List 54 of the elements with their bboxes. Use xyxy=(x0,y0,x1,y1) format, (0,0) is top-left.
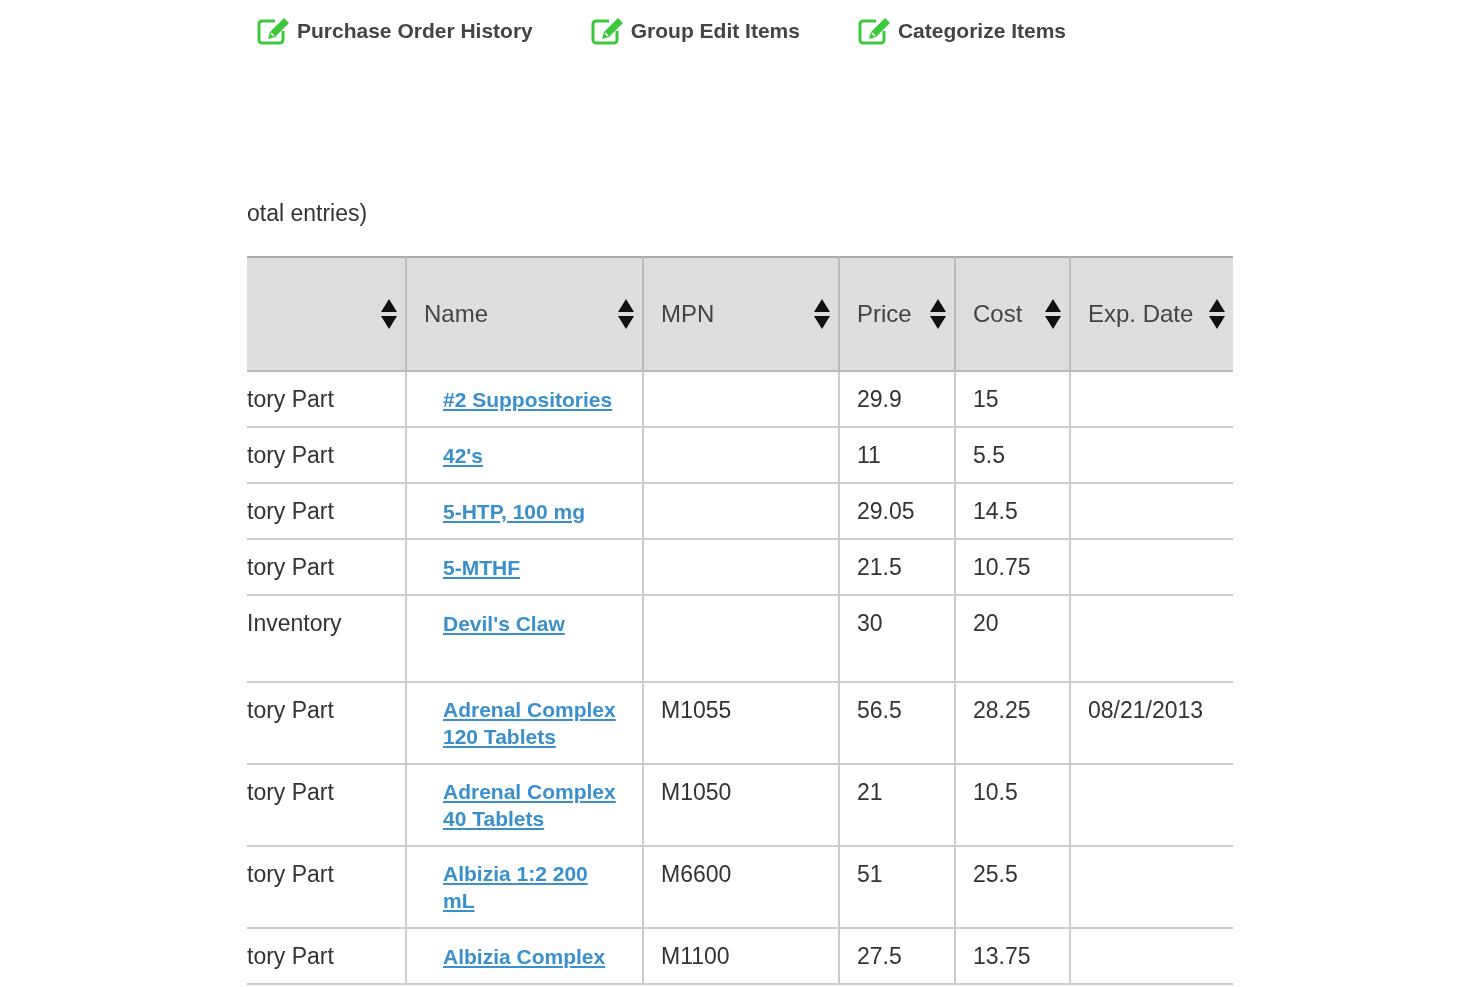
column-header[interactable]: Price xyxy=(839,257,955,371)
table-cell: 15 xyxy=(973,386,999,412)
edit-icon xyxy=(590,17,625,45)
table-cell: 51 xyxy=(857,861,883,887)
table-cell: tory Part xyxy=(247,779,334,805)
table-cell: Inventory xyxy=(247,610,342,636)
entries-count: otal entries) xyxy=(247,199,369,228)
sort-icon xyxy=(381,299,397,329)
action-link[interactable]: Purchase Order History xyxy=(257,15,533,47)
table-cell: tory Part xyxy=(247,554,334,580)
table-cell: M1055 xyxy=(661,697,732,723)
column-header[interactable]: Cost xyxy=(955,257,1070,371)
table-cell: 28.25 xyxy=(973,697,1031,723)
table-cell: 11 xyxy=(857,442,881,468)
table-cell: 27.5 xyxy=(857,943,902,969)
table-cell: tory Part xyxy=(247,697,334,723)
table-cell: 25.5 xyxy=(973,861,1018,887)
action-link[interactable]: Categorize Items xyxy=(857,15,1066,47)
action-link[interactable]: Group Edit Items xyxy=(590,15,800,47)
table-cell: 14.5 xyxy=(973,498,1018,524)
table-cell: 5.5 xyxy=(973,442,1005,468)
table-cell: tory Part xyxy=(247,861,334,887)
table-cell: 21.5 xyxy=(857,554,902,580)
edit-icon xyxy=(257,17,291,45)
item-name-link[interactable]: 42's xyxy=(443,442,484,469)
table-cell: 10.75 xyxy=(973,554,1031,580)
column-header[interactable]: Exp. Date xyxy=(1070,257,1233,371)
table-cell: 29.9 xyxy=(857,386,902,412)
table-cell: 30 xyxy=(857,610,883,636)
table-cell: 10.5 xyxy=(973,779,1018,805)
sort-icon xyxy=(618,299,634,329)
table-cell: 29.05 xyxy=(857,498,915,524)
table-cell: M6600 xyxy=(661,861,732,887)
item-name-link[interactable]: 5-MTHF xyxy=(443,554,520,581)
column-header[interactable]: MPN xyxy=(643,257,839,371)
table-cell: M1100 xyxy=(661,943,730,969)
table-cell: 20 xyxy=(973,610,999,636)
table-cell: 13.75 xyxy=(973,943,1031,969)
table-cell: tory Part xyxy=(247,442,334,468)
table-cell: tory Part xyxy=(247,386,334,412)
table-cell: 56.5 xyxy=(857,697,902,723)
column-header[interactable] xyxy=(247,257,406,371)
item-name-link[interactable]: Devil's Claw xyxy=(443,610,565,637)
sort-icon xyxy=(1209,299,1225,329)
table-cell: M1050 xyxy=(661,779,732,805)
table-cell: tory Part xyxy=(247,943,334,969)
edit-icon xyxy=(857,17,892,45)
sort-icon xyxy=(1045,299,1061,329)
column-header[interactable]: Name xyxy=(406,257,643,371)
table-cell: 08/21/2013 xyxy=(1088,697,1204,723)
table-cell: 21 xyxy=(857,779,883,805)
table-cell: tory Part xyxy=(247,498,334,524)
sort-icon xyxy=(814,299,830,329)
sort-icon xyxy=(930,299,946,329)
